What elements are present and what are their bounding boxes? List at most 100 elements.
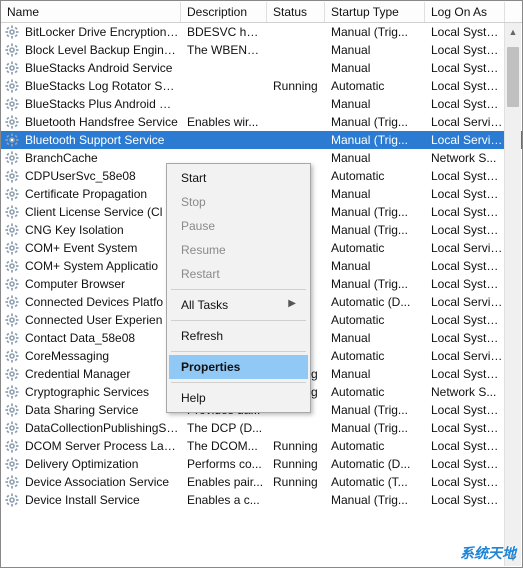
table-row[interactable]: Device Install ServiceEnables a c... Manu… bbox=[1, 491, 522, 509]
service-logon-cell: Network S... bbox=[427, 149, 507, 167]
menu-item-restart[interactable]: Restart bbox=[169, 262, 308, 286]
service-gear-icon bbox=[5, 259, 19, 273]
scroll-thumb[interactable] bbox=[507, 47, 519, 107]
service-startup-type-cell: Manual (Trig... bbox=[327, 203, 427, 221]
service-startup-type-cell: Automatic bbox=[327, 311, 427, 329]
service-gear-icon bbox=[5, 25, 19, 39]
service-gear-icon bbox=[5, 349, 19, 363]
service-startup-type-cell: Manual (Trig... bbox=[327, 23, 427, 41]
menu-separator bbox=[171, 382, 306, 383]
service-name-cell: BlueStacks Plus Android Ser... bbox=[21, 95, 183, 113]
table-row[interactable]: Bluetooth Support Service Manual (Trig...… bbox=[1, 131, 522, 149]
service-logon-cell: Local Service bbox=[427, 113, 507, 131]
service-startup-type-cell: Manual (Trig... bbox=[327, 221, 427, 239]
menu-item-refresh[interactable]: Refresh bbox=[169, 324, 308, 348]
service-name-cell: COM+ Event System bbox=[21, 239, 183, 257]
menu-item-all-tasks-label: All Tasks bbox=[181, 298, 228, 312]
service-startup-type-cell: Manual (Trig... bbox=[327, 275, 427, 293]
col-header-log-on-as[interactable]: Log On As bbox=[425, 2, 505, 22]
menu-separator bbox=[171, 289, 306, 290]
col-header-name[interactable]: Name bbox=[1, 2, 181, 22]
service-startup-type-cell: Manual bbox=[327, 257, 427, 275]
service-logon-cell: Local Syste... bbox=[427, 275, 507, 293]
service-gear-icon bbox=[5, 43, 19, 57]
service-name-cell: Bluetooth Support Service bbox=[21, 131, 183, 149]
service-description-cell: The DCOM... bbox=[183, 437, 269, 455]
service-status-cell: Running bbox=[269, 473, 327, 491]
service-startup-type-cell: Automatic bbox=[327, 383, 427, 401]
service-startup-type-cell: Manual bbox=[327, 41, 427, 59]
menu-item-resume[interactable]: Resume bbox=[169, 238, 308, 262]
service-startup-type-cell: Manual bbox=[327, 329, 427, 347]
table-row[interactable]: Bluetooth Handsfree ServiceEnables wir..… bbox=[1, 113, 522, 131]
service-logon-cell: Local Syste... bbox=[427, 419, 507, 437]
service-startup-type-cell: Manual (Trig... bbox=[327, 131, 427, 149]
vertical-scrollbar[interactable]: ▲ ▼ bbox=[504, 23, 521, 566]
service-logon-cell: Local Syste... bbox=[427, 473, 507, 491]
service-description-cell: The WBENG... bbox=[183, 41, 269, 59]
service-name-cell: BlueStacks Log Rotator Serv... bbox=[21, 77, 183, 95]
service-name-cell: COM+ System Applicatio bbox=[21, 257, 183, 275]
service-description-cell: Enables wir... bbox=[183, 113, 269, 131]
service-logon-cell: Local Syste... bbox=[427, 23, 507, 41]
col-header-status[interactable]: Status bbox=[267, 2, 325, 22]
table-row[interactable]: BitLocker Drive Encryption ...BDESVC hos… bbox=[1, 23, 522, 41]
table-row[interactable]: DataCollectionPublishingSe...The DCP (D.… bbox=[1, 419, 522, 437]
service-gear-icon bbox=[5, 385, 19, 399]
menu-item-help[interactable]: Help bbox=[169, 386, 308, 410]
service-name-cell: Connected Devices Platfo bbox=[21, 293, 183, 311]
menu-separator bbox=[171, 320, 306, 321]
service-gear-icon bbox=[5, 205, 19, 219]
table-row[interactable]: BlueStacks Log Rotator Serv...RunningAut… bbox=[1, 77, 522, 95]
service-gear-icon bbox=[5, 457, 19, 471]
service-startup-type-cell: Manual bbox=[327, 149, 427, 167]
service-gear-icon bbox=[5, 493, 19, 507]
table-row[interactable]: Device Association ServiceEnables pair..… bbox=[1, 473, 522, 491]
service-name-cell: Device Install Service bbox=[21, 491, 183, 509]
menu-item-all-tasks[interactable]: All Tasks ▶ bbox=[169, 293, 308, 317]
service-gear-icon bbox=[5, 61, 19, 75]
service-name-cell: BlueStacks Android Service bbox=[21, 59, 183, 77]
col-header-description[interactable]: Description bbox=[181, 2, 267, 22]
service-name-cell: DataCollectionPublishingSe... bbox=[21, 419, 183, 437]
col-header-startup-type[interactable]: Startup Type bbox=[325, 2, 425, 22]
service-name-cell: Connected User Experien bbox=[21, 311, 183, 329]
service-description-cell: Enables a c... bbox=[183, 491, 269, 509]
service-name-cell: Block Level Backup Engine ... bbox=[21, 41, 183, 59]
service-status-cell: Running bbox=[269, 77, 327, 95]
service-description-cell: Performs co... bbox=[183, 455, 269, 473]
service-logon-cell: Local Syste... bbox=[427, 257, 507, 275]
table-row[interactable]: Block Level Backup Engine ...The WBENG..… bbox=[1, 41, 522, 59]
menu-item-start[interactable]: Start bbox=[169, 166, 308, 190]
service-logon-cell: Local Service bbox=[427, 131, 507, 149]
service-startup-type-cell: Manual (Trig... bbox=[327, 491, 427, 509]
service-logon-cell: Local Syste... bbox=[427, 221, 507, 239]
menu-item-stop[interactable]: Stop bbox=[169, 190, 308, 214]
submenu-arrow-icon: ▶ bbox=[288, 298, 296, 309]
menu-item-pause[interactable]: Pause bbox=[169, 214, 308, 238]
service-name-cell: Data Sharing Service bbox=[21, 401, 183, 419]
menu-item-properties[interactable]: Properties bbox=[169, 355, 308, 379]
service-gear-icon bbox=[5, 79, 19, 93]
scroll-up-arrow-icon[interactable]: ▲ bbox=[505, 23, 521, 40]
table-row[interactable]: Delivery OptimizationPerforms co...Runni… bbox=[1, 455, 522, 473]
service-startup-type-cell: Automatic bbox=[327, 239, 427, 257]
service-logon-cell: Network S... bbox=[427, 383, 507, 401]
service-gear-icon bbox=[5, 133, 19, 147]
service-status-cell: Running bbox=[269, 455, 327, 473]
service-logon-cell: Local Syste... bbox=[427, 59, 507, 77]
service-description-cell: Enables pair... bbox=[183, 473, 269, 491]
service-gear-icon bbox=[5, 187, 19, 201]
service-startup-type-cell: Automatic bbox=[327, 167, 427, 185]
services-list: Name Description Status Startup Type Log… bbox=[0, 0, 523, 568]
service-description-cell: BDESVC hos... bbox=[183, 23, 269, 41]
service-logon-cell: Local Service bbox=[427, 347, 507, 365]
service-logon-cell: Local Service bbox=[427, 239, 507, 257]
table-row[interactable]: DCOM Server Process Laun...The DCOM...Ru… bbox=[1, 437, 522, 455]
service-logon-cell: Local Service bbox=[427, 293, 507, 311]
table-row[interactable]: BlueStacks Plus Android Ser...ManualLoca… bbox=[1, 95, 522, 113]
table-row[interactable]: BlueStacks Android ServiceManualLocal Sy… bbox=[1, 59, 522, 77]
scroll-down-arrow-icon[interactable]: ▼ bbox=[505, 549, 521, 566]
context-menu: Start Stop Pause Resume Restart All Task… bbox=[166, 163, 311, 413]
service-name-cell: DCOM Server Process Laun... bbox=[21, 437, 183, 455]
